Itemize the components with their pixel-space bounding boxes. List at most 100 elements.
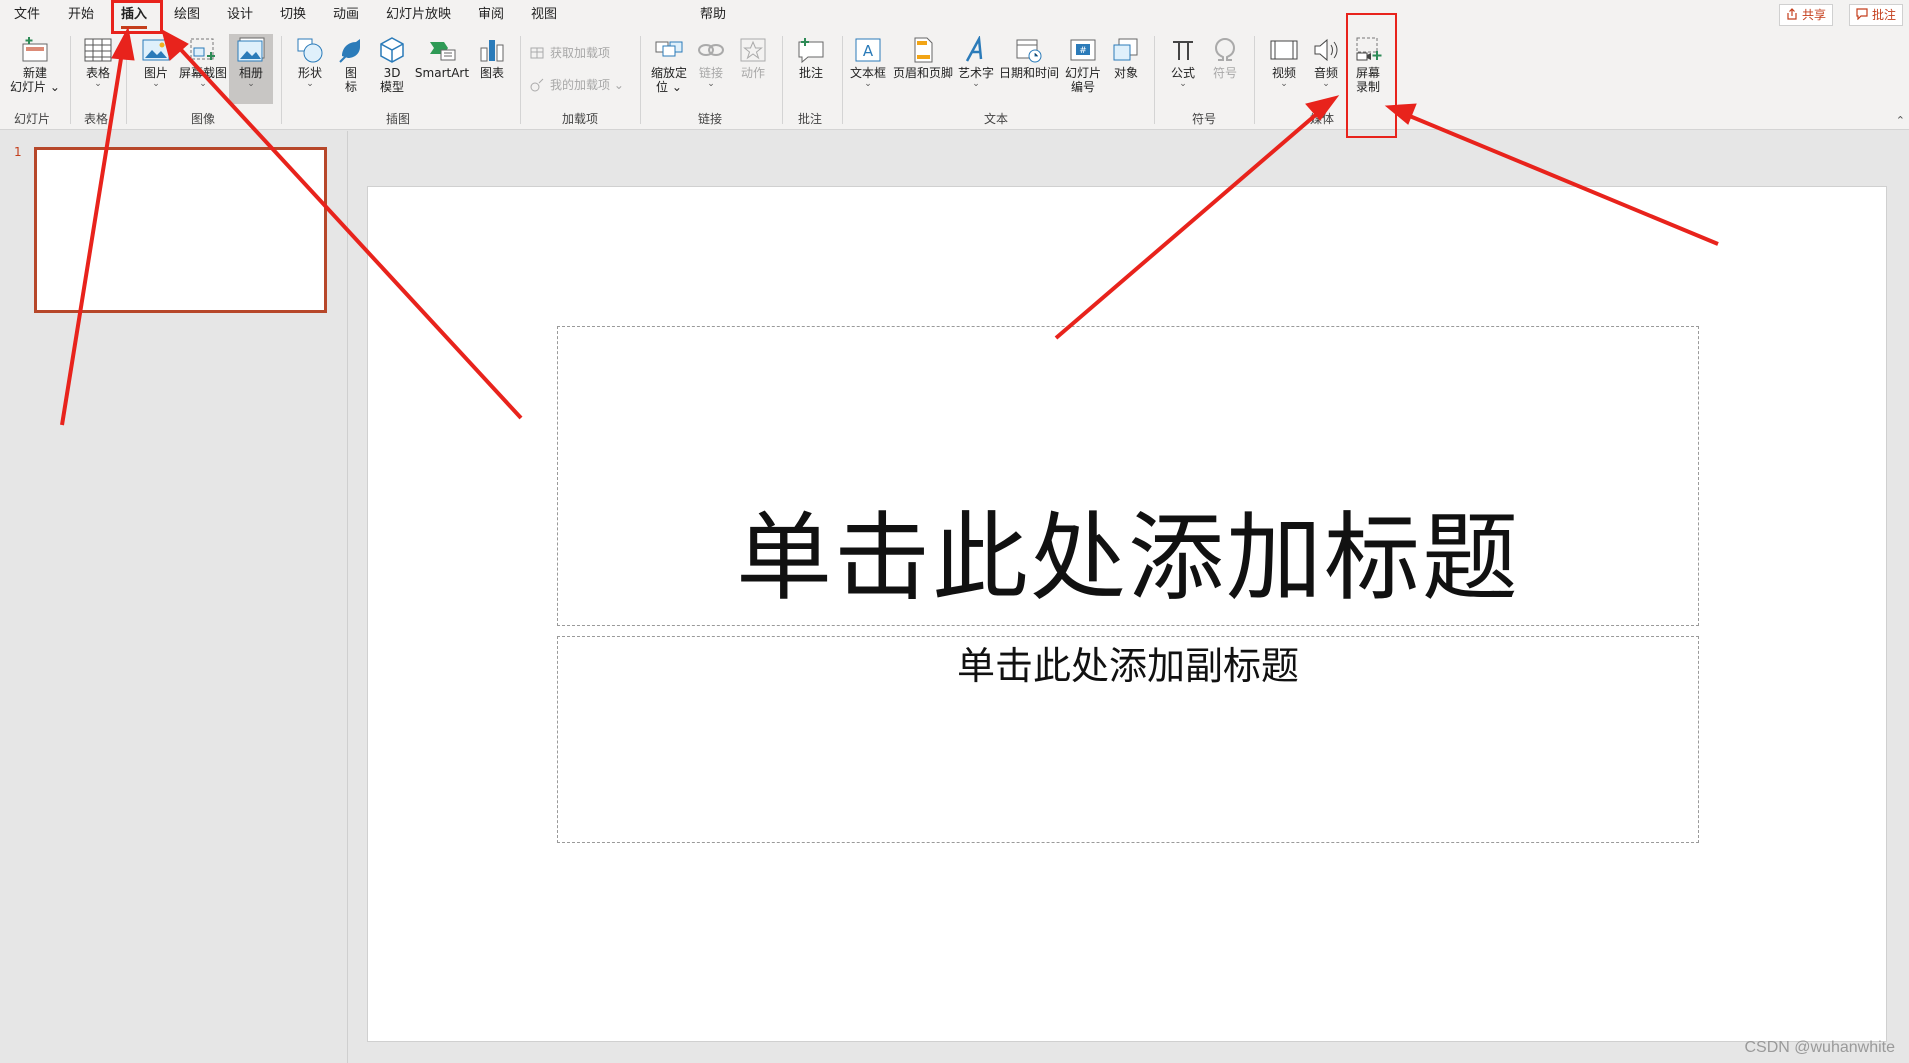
addin-icon [530,78,544,92]
title-placeholder[interactable]: 单击此处添加标题 [557,326,1699,626]
tab-animations[interactable]: 动画 [333,6,359,26]
slide-number-button[interactable]: # 幻灯片 编号 [1062,36,1104,94]
picture-icon [142,39,170,61]
slide-thumbnail-number: 1 [14,145,22,159]
wordart-button[interactable]: 艺术字 ⌄ [956,36,996,89]
slide-thumbnail-pane: 1 [0,131,348,1063]
ribbon-tab-bar: 文件 开始 插入 绘图 设计 切换 动画 幻灯片放映 审阅 视图 帮助 共享 批… [0,0,1909,30]
chevron-down-icon: ⌄ [152,79,160,89]
chevron-down-icon: ⌄ [707,79,715,89]
calendar-icon [1016,39,1042,63]
icons-button[interactable]: 图 标 [334,36,368,94]
chevron-down-icon: ⌄ [1280,79,1288,89]
group-label-addins: 加载项 [562,112,599,126]
shapes-icon [297,38,323,63]
film-icon [1270,40,1298,60]
group-label-comments: 批注 [798,112,823,126]
comment-icon [1856,8,1868,20]
symbol-button[interactable]: 符号 [1206,36,1244,80]
object-icon [1113,38,1138,61]
tab-design[interactable]: 设计 [227,6,253,26]
subtitle-placeholder-text: 单击此处添加副标题 [956,644,1299,688]
group-label-media: 媒体 [1310,112,1335,126]
group-label-symbols: 符号 [1192,112,1217,126]
textbox-icon: A [855,38,881,62]
screenshot-icon [190,38,215,60]
link-icon [698,44,724,56]
icons-icon [339,39,360,63]
tab-draw[interactable]: 绘图 [174,6,200,26]
speaker-icon [1314,38,1338,62]
picture-button[interactable]: 图片 ⌄ [136,36,176,89]
date-time-button[interactable]: 日期和时间 [998,36,1060,80]
group-label-slides: 幻灯片 [14,112,51,126]
photo-album-button[interactable]: 相册 ⌄ [230,36,272,89]
video-button[interactable]: 视频 ⌄ [1264,36,1304,89]
chevron-down-icon: ⌄ [1322,79,1330,89]
chevron-down-icon: ⌄ [247,79,255,89]
get-addins-button[interactable]: 获取加载项 [528,44,610,62]
header-footer-button[interactable]: 页眉和页脚 [890,36,956,80]
share-button[interactable]: 共享 [1779,4,1834,26]
ribbon-insert: 新建 幻灯片 ⌄ 幻灯片 表格 ⌄ 表格 图片 ⌄ 屏幕截图 ⌄ 相册 ⌄ 图像… [0,30,1909,130]
chevron-down-icon: ⌄ [199,79,207,89]
pi-icon [1173,41,1193,60]
chevron-down-icon: ⌄ [94,79,102,89]
share-label: 共享 [1802,8,1827,22]
title-placeholder-text: 单击此处添加标题 [736,502,1520,614]
ribbon-separator [842,36,843,124]
cube-icon [380,37,404,63]
comments-button[interactable]: 批注 [1849,4,1904,26]
chevron-down-icon: ⌄ [972,79,980,89]
ribbon-separator [520,36,521,124]
my-addins-button[interactable]: 我的加载项 ⌄ [528,76,624,94]
tab-view[interactable]: 视图 [531,6,557,26]
table-button[interactable]: 表格 ⌄ [78,36,118,89]
chart-button[interactable]: 图表 [474,36,510,80]
group-label-tables: 表格 [84,112,109,126]
screenshot-button[interactable]: 屏幕截图 ⌄ [178,36,228,89]
smartart-icon [430,42,456,61]
watermark: CSDN @wuhanwhite [1744,1039,1895,1056]
zoom-button[interactable]: 缩放定 位 ⌄ [648,36,690,94]
group-label-illustrations: 插图 [386,112,411,126]
slide-thumbnail[interactable] [34,147,327,313]
tab-home[interactable]: 开始 [68,6,94,26]
textbox-button[interactable]: A 文本框 ⌄ [848,36,888,89]
new-comment-button[interactable]: 批注 [790,36,832,80]
ribbon-separator [640,36,641,124]
chevron-down-icon: ⌄ [306,79,314,89]
wordart-icon [965,36,983,62]
star-icon [740,38,766,62]
ribbon-separator [782,36,783,124]
store-icon [530,47,544,59]
new-slide-icon [22,37,48,62]
svg-text:#: # [1079,46,1087,56]
slide-number-icon: # [1070,39,1096,61]
object-button[interactable]: 对象 [1106,36,1146,80]
new-slide-button[interactable]: 新建 幻灯片 ⌄ [8,36,62,94]
smartart-button[interactable]: SmartArt [414,36,470,80]
subtitle-placeholder[interactable]: 单击此处添加副标题 [557,636,1699,843]
tab-help[interactable]: 帮助 [700,6,726,26]
equation-button[interactable]: 公式 ⌄ [1164,36,1202,89]
shapes-button[interactable]: 形状 ⌄ [290,36,330,89]
tab-file[interactable]: 文件 [14,6,40,26]
comment-icon [798,38,824,64]
collapse-ribbon-icon[interactable]: ⌃ [1896,114,1905,127]
tab-transitions[interactable]: 切换 [280,6,306,26]
tab-slideshow[interactable]: 幻灯片放映 [386,6,451,26]
action-button[interactable]: 动作 [734,36,772,80]
photo-album-icon [237,37,265,62]
audio-button[interactable]: 音频 ⌄ [1306,36,1346,89]
ribbon-separator [281,36,282,124]
header-footer-icon [914,37,933,63]
tab-review[interactable]: 审阅 [478,6,504,26]
link-button[interactable]: 链接 ⌄ [692,36,730,89]
comments-label: 批注 [1872,8,1897,22]
3d-model-button[interactable]: 3D 模型 [374,36,410,94]
group-label-links: 链接 [698,112,723,126]
screen-recording-highlight [1346,13,1397,138]
chevron-down-icon: ⌄ [1179,79,1187,89]
insert-tab-highlight [111,0,163,34]
